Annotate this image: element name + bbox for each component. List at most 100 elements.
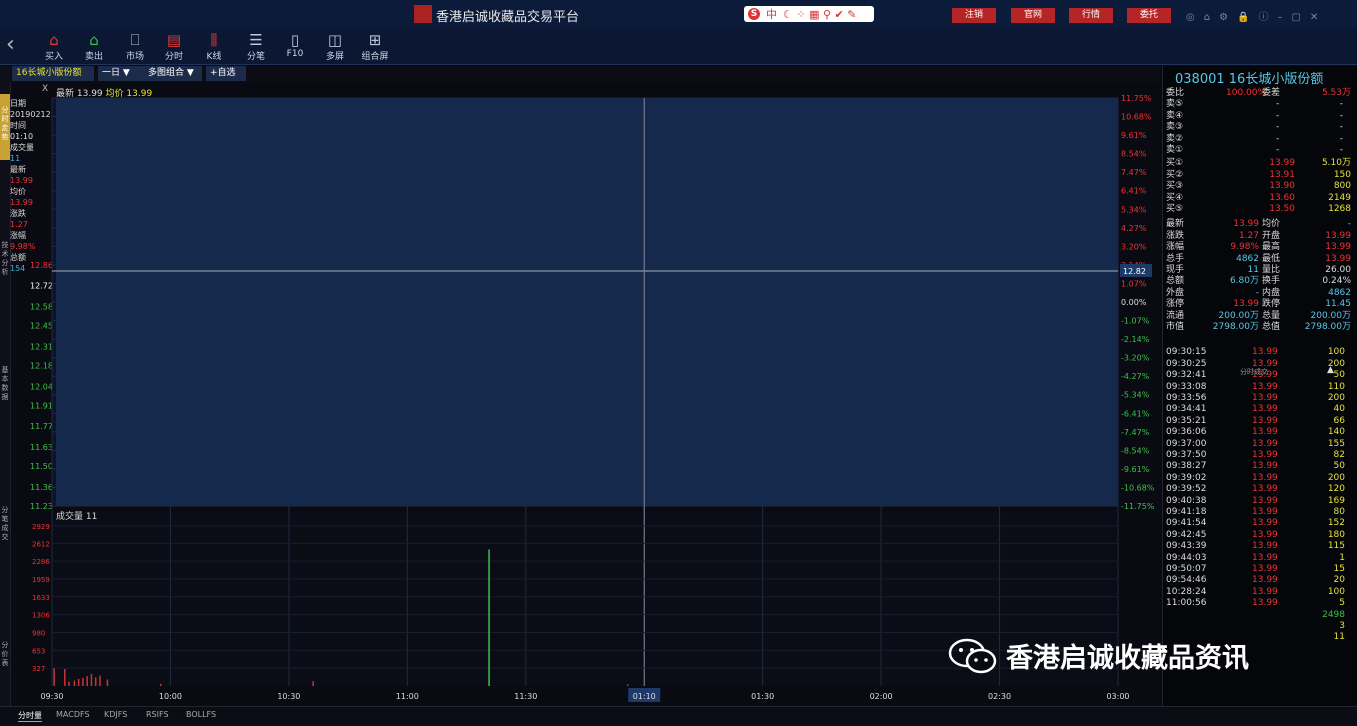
stat-row: 流通 200.00万 总量 200.00万 xyxy=(1166,310,1351,321)
price-tick-label: 12.04 xyxy=(30,382,53,391)
trades-button[interactable]: ☰ 分笔 xyxy=(238,31,274,62)
stat-row: 涨跌 1.27 开盘 13.99 xyxy=(1166,230,1351,241)
dropdown-arrow-icon: ▼ xyxy=(186,68,194,78)
price-tick-label: 12.18 xyxy=(30,362,53,371)
time-tick-label: 10:30 xyxy=(277,692,300,701)
tick-row: 09:50:07 13.99 15 xyxy=(1166,564,1345,574)
price-tick-label: 11.91 xyxy=(30,401,53,410)
volume-tick-label: 327 xyxy=(32,665,45,673)
time-tick-label: 11:30 xyxy=(514,692,537,701)
stock-name-tab[interactable]: 16长城小版份额 xyxy=(12,66,94,81)
stat-row: 总手 4862 最低 13.99 xyxy=(1166,253,1351,264)
logout-button[interactable]: 注销 xyxy=(952,8,996,23)
tab-macd[interactable]: MACDFS xyxy=(56,710,90,719)
ime-toolbar[interactable]: S 中 ☾ ⁘ ▦ ⚲ ✔ ✎ xyxy=(744,6,874,22)
tick-row: 09:37:50 13.99 82 xyxy=(1166,450,1345,460)
app-title: 香港启诚收藏品交易平台 xyxy=(436,10,580,25)
f10-button[interactable]: ▯ F10 xyxy=(277,31,313,59)
time-tick-label: 02:00 xyxy=(870,692,893,701)
tick-row: 09:44:03 13.99 1 xyxy=(1166,552,1345,563)
tick-row: 09:41:18 13.99 80 xyxy=(1166,507,1345,517)
tab-boll[interactable]: BOLLFS xyxy=(186,710,216,719)
price-tick-label: 11.36 xyxy=(30,483,53,492)
sell-level-row: 卖① - - xyxy=(1166,145,1343,155)
price-tick-label: 11.50 xyxy=(30,462,53,471)
combo-screen-button[interactable]: ⊞ 组合屏 xyxy=(357,31,393,62)
layout-select[interactable]: 多图组合 ▼ xyxy=(144,66,202,81)
multi-screen-button[interactable]: ◫ 多屏 xyxy=(317,31,353,62)
ime-tools-icon: ☾ ⁘ ▦ ⚲ ✔ ✎ xyxy=(783,7,857,21)
time-tick-label: 11:00 xyxy=(396,692,419,701)
back-arrow-icon[interactable]: ‹ xyxy=(6,32,15,57)
time-tick-label: 01:10 xyxy=(633,692,656,701)
price-tick-label: 12.86 xyxy=(30,261,53,270)
sell-level-row: 卖⑤ - - xyxy=(1166,99,1343,110)
stock-title: 038001 16长城小版份额 xyxy=(1175,72,1324,87)
tick-row: 09:42:45 13.99 180 xyxy=(1166,529,1345,540)
window-controls[interactable]: ◎⌂⚙🔒ⓘ–▢✕ xyxy=(1186,8,1327,23)
volume-tick-label: 2612 xyxy=(32,540,50,548)
stat-row: 总额 6.80万 换手 0.24% xyxy=(1166,276,1351,287)
tick-row: 09:40:38 13.99 169 xyxy=(1166,495,1345,506)
watermark: 香港启诚收藏品资讯 xyxy=(948,636,1249,675)
list-icon: ☰ xyxy=(249,31,263,49)
price-pct-tick-label: 4.27% xyxy=(1121,224,1147,233)
price-pct-tick-label: -10.68% xyxy=(1121,483,1155,492)
price-tick-label: 11.77 xyxy=(30,422,53,431)
volume-tick-label: 653 xyxy=(32,647,45,655)
tab-kdj[interactable]: KDJFS xyxy=(104,710,127,719)
time-tick-label: 10:00 xyxy=(159,692,182,701)
stat-row: 市值 2798.00万 总值 2798.00万 xyxy=(1166,322,1351,332)
price-pct-tick-label: -3.20% xyxy=(1121,354,1150,363)
tab-volume[interactable]: 分时量 xyxy=(18,710,42,722)
quotes-button[interactable]: 行情 xyxy=(1069,8,1113,23)
price-pct-tick-label: -2.14% xyxy=(1121,335,1150,344)
dropdown-arrow-icon: ▼ xyxy=(122,68,130,78)
price-pct-tick-label: -1.07% xyxy=(1121,317,1150,326)
webi-row: 委比 100.00% 委差 5.53万 xyxy=(1166,88,1351,98)
official-site-button[interactable]: 官网 xyxy=(1011,8,1055,23)
orders-button[interactable]: 委托 xyxy=(1127,8,1171,23)
app-logo xyxy=(414,5,432,23)
stat-row: 外盘 - 内盘 4862 xyxy=(1166,287,1351,298)
timeshare-chart[interactable]: 11.75% 10.68% 9.61% 8.54% 7.47% 6.41% 5.34% 4.2… xyxy=(0,82,1162,706)
timeshare-button[interactable]: ▤ 分时 xyxy=(156,31,192,62)
stat-row: 涨幅 9.98% 最高 13.99 xyxy=(1166,242,1351,253)
price-tick-label: 12.45 xyxy=(30,322,53,331)
market-button[interactable]: ⎕ 市场 xyxy=(117,31,153,62)
price-pct-tick-label: -5.34% xyxy=(1121,391,1150,400)
buy-button[interactable]: ⌂ 买入 xyxy=(36,31,72,62)
tick-row: 09:33:56 13.99 200 xyxy=(1166,393,1345,403)
stat-row: 最新 13.99 均价 - xyxy=(1166,219,1351,230)
price-tick-label: 11.23 xyxy=(30,502,53,511)
tick-row: 09:41:54 13.99 152 xyxy=(1166,518,1345,529)
wechat-icon xyxy=(948,638,997,673)
tick-row: 09:43:39 13.99 115 xyxy=(1166,541,1345,552)
period-select[interactable]: 一日 ▼ xyxy=(98,66,144,81)
main-toolbar: ‹ ⌂ 买入 ⌂ 卖出 ⎕ 市场 ▤ 分时 ⫼ K线 ☰ 分笔 ▯ F10 ◫ 多屏 ⊞ 组合屏 xyxy=(0,28,1357,65)
scroll-up-arrow-icon[interactable]: ▲ xyxy=(1327,365,1334,375)
indicator-tabs: 分时量 MACDFS KDJFS RSIFS BOLLFS xyxy=(0,706,1357,726)
tick-header: 分时成交 xyxy=(1240,368,1268,376)
buy-level-row: 买② 13.91 150 xyxy=(1166,169,1351,180)
price-tick-label: 12.31 xyxy=(30,342,53,351)
volume-tick-label: 1959 xyxy=(32,576,50,584)
quote-panel: 038001 16长城小版份额 委比 100.00% 委差 5.53万 卖⑤ - - 卖④ - -… xyxy=(1162,66,1357,706)
kline-button[interactable]: ⫼ K线 xyxy=(196,31,232,62)
tab-rsi[interactable]: RSIFS xyxy=(146,710,169,719)
volume-tick-label: 980 xyxy=(32,629,45,637)
volume-tick-label: 2929 xyxy=(32,523,50,531)
tick-row: 09:34:41 13.99 40 xyxy=(1166,404,1345,415)
tick-row: 09:38:27 13.99 50 xyxy=(1166,461,1345,472)
sell-level-row: 卖② - - xyxy=(1166,133,1343,144)
tick-row: 3 xyxy=(1339,621,1345,631)
price-tick-label: 12.58 xyxy=(30,302,53,311)
tick-row: 11:00:56 13.99 5 xyxy=(1166,598,1345,609)
price-pct-tick-label: -11.75% xyxy=(1121,502,1155,511)
volume-tick-label: 1306 xyxy=(32,612,50,620)
add-watchlist-button[interactable]: +自选 xyxy=(206,66,246,81)
price-pct-tick-label: 11.75% xyxy=(1121,94,1152,103)
time-tick-label: 09:30 xyxy=(40,692,63,701)
sell-button[interactable]: ⌂ 卖出 xyxy=(76,31,112,62)
buy-level-row: 买① 13.99 5.10万 xyxy=(1166,158,1351,169)
